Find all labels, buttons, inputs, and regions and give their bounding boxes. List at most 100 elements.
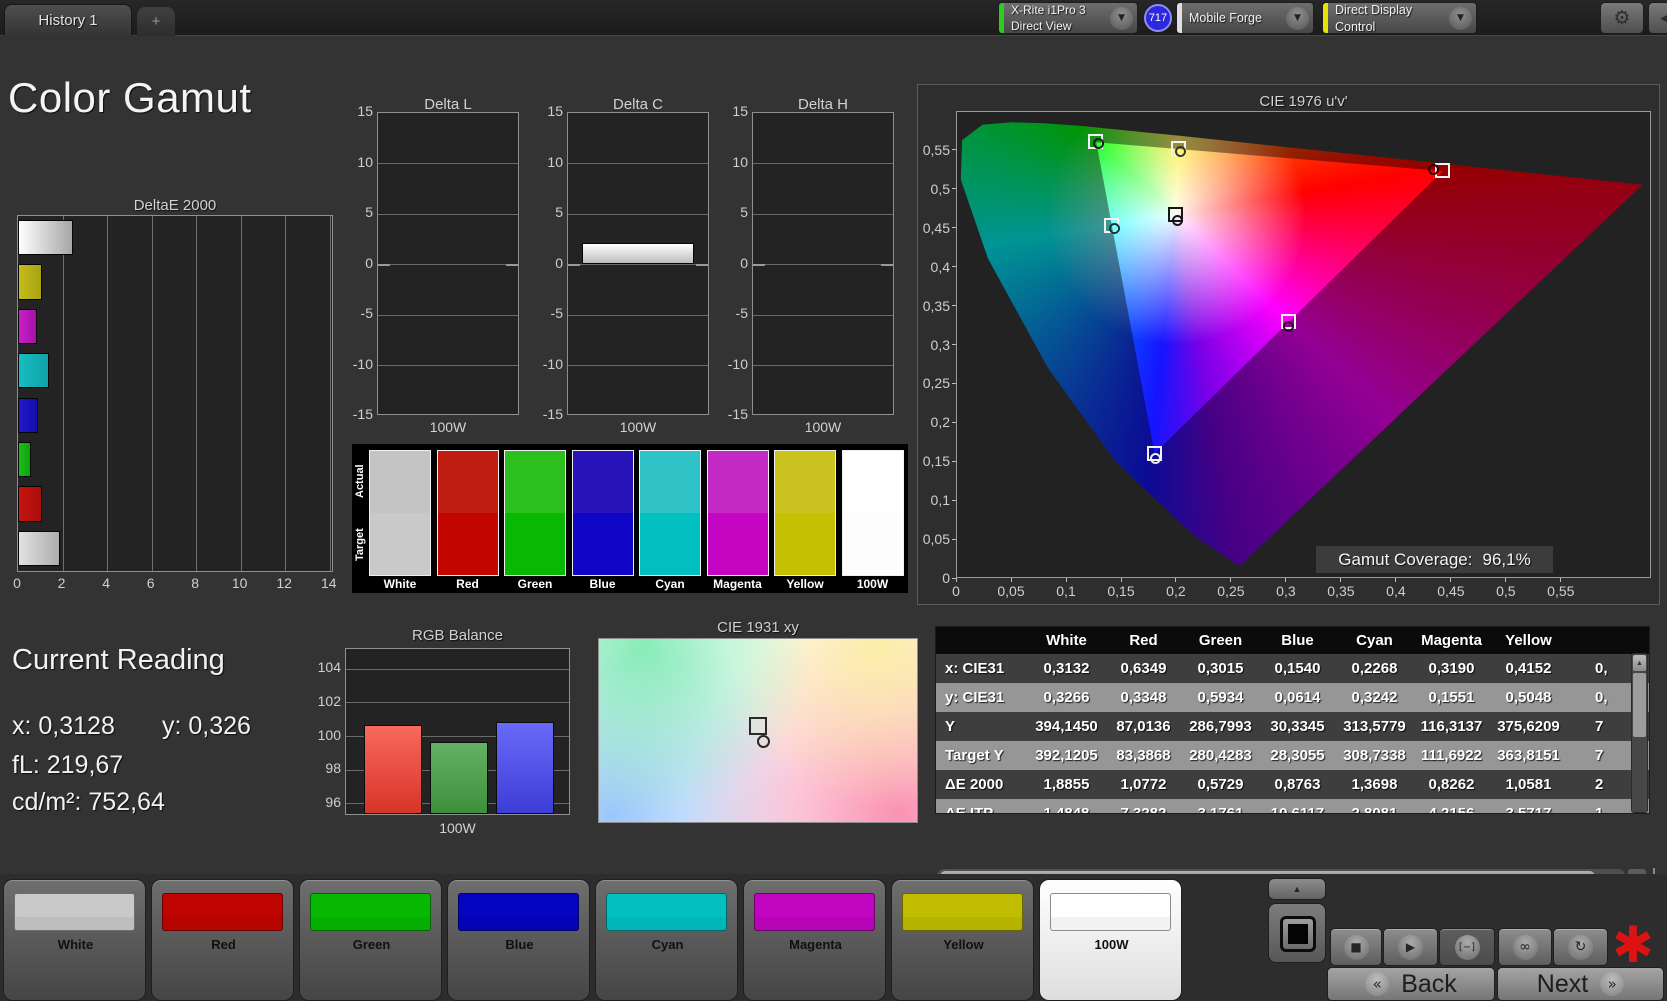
axis-tick-label: 14 — [321, 575, 337, 591]
table-vertical-scrollbar[interactable]: ▲ — [1631, 653, 1648, 813]
source-dropdown[interactable]: Mobile Forge ▼ — [1176, 2, 1314, 34]
axis-tick-label: 0,05 — [922, 531, 950, 548]
table-cell: 1,4848 — [1043, 805, 1090, 814]
cie-actual-marker-cyan — [1108, 223, 1120, 235]
settings-button[interactable]: ⚙ — [1600, 2, 1644, 34]
pattern-button-white[interactable]: White — [3, 879, 146, 1001]
range-mode-button[interactable]: [−] — [1439, 928, 1495, 966]
gridline — [329, 216, 331, 571]
deltae-bar-cyan — [18, 353, 49, 389]
cie1931-chart — [598, 638, 918, 823]
gridline — [568, 163, 708, 164]
cie1976-panel: CIE 1976 u'v' Gamut Coverage: 96,1% 0 0,0… — [917, 84, 1660, 605]
pattern-button-cyan[interactable]: Cyan — [595, 879, 738, 1001]
next-chevrons-icon: » — [1607, 975, 1617, 993]
deltae2000-title: DeltaE 2000 — [133, 197, 217, 214]
axis-tick — [1065, 578, 1067, 582]
swatch-target-cyan — [639, 513, 701, 576]
deltae-bar-yellow — [18, 264, 42, 300]
pattern-button-magenta[interactable]: Magenta — [743, 879, 886, 1001]
reading-x: x: 0,3128 — [12, 712, 115, 740]
table-cell: 313,5779 — [1343, 718, 1406, 735]
workflow-label: Direct Display Control — [1335, 3, 1413, 34]
plus-icon: + — [151, 13, 161, 30]
axis-tick — [952, 538, 956, 540]
rgb-bar-blue — [496, 722, 554, 814]
deltae-bar-white — [18, 530, 61, 566]
zero-tick — [506, 263, 518, 266]
axis-label: 100W — [429, 419, 467, 435]
table-cell: 87,0136 — [1116, 718, 1171, 735]
refresh-icon: ↻ — [1574, 939, 1587, 955]
pattern-swatch — [458, 893, 579, 931]
gridline — [378, 163, 518, 164]
stop-button[interactable]: ■ — [1330, 928, 1382, 966]
table-cell: 308,7338 — [1343, 747, 1406, 764]
axis-tick — [952, 227, 956, 229]
table-cell: 83,3868 — [1116, 747, 1171, 764]
deltae-bar-100w — [18, 220, 73, 256]
pattern-swatch — [902, 893, 1023, 931]
axis-tick-label: 6 — [146, 575, 155, 591]
scrollbar-thumb[interactable] — [1633, 673, 1646, 737]
scroll-up-icon[interactable]: ▲ — [1633, 655, 1646, 671]
gridline — [285, 216, 287, 571]
pattern-button-blue[interactable]: Blue — [447, 879, 590, 1001]
row-label: Target Y — [945, 747, 1004, 764]
axis-tick-label: 0,1 — [930, 492, 950, 509]
table-cell: 0,8262 — [1428, 776, 1475, 793]
pattern-window-button[interactable] — [1268, 903, 1326, 963]
continuous-read-button[interactable]: ∞ — [1498, 928, 1552, 966]
play-button[interactable]: ▶ — [1383, 928, 1438, 966]
table-cell: 286,7993 — [1189, 718, 1252, 735]
pattern-button-red[interactable]: Red — [151, 879, 294, 1001]
refresh-button[interactable]: ↻ — [1553, 928, 1608, 966]
axis-tick-label: 0 — [740, 254, 748, 271]
reading-y: y: 0,326 — [162, 712, 251, 740]
axis-tick-label: 0,55 — [1547, 583, 1575, 599]
axis-tick-label: 0,3 — [1276, 583, 1296, 599]
table-cell: 0,5048 — [1505, 689, 1552, 706]
collapse-panel-button[interactable]: ◀ — [1648, 2, 1667, 34]
tab-history-1[interactable]: History 1 — [4, 4, 132, 36]
column-header-yellow: Yellow — [1505, 632, 1552, 649]
pattern-button-green[interactable]: Green — [299, 879, 442, 1001]
axis-tick-label: 15 — [547, 103, 563, 119]
swatch-target-green — [504, 513, 566, 576]
table-cell: 0,5729 — [1197, 776, 1244, 793]
stop-icon: ■ — [1350, 940, 1362, 954]
axis-tick-label: 0 — [942, 570, 950, 586]
add-tab-button[interactable]: + — [137, 7, 175, 36]
axis-tick — [1505, 578, 1507, 582]
axis-tick-label: 8 — [191, 575, 200, 591]
pattern-button-yellow[interactable]: Yellow — [891, 879, 1034, 1001]
table-cell: 2,8081 — [1351, 805, 1398, 814]
infinity-icon: ∞ — [1519, 939, 1531, 955]
axis-tick-label: 0,25 — [1217, 583, 1245, 599]
deltae-bar-red — [18, 486, 43, 522]
zero-tick — [568, 263, 580, 266]
swatch-label: White — [383, 577, 417, 591]
cie1976-chart — [956, 111, 1651, 578]
axis-tick — [952, 305, 956, 307]
axis-tick — [952, 421, 956, 423]
gridline — [753, 264, 893, 265]
rgb-bar-green — [430, 742, 488, 814]
meter-dropdown[interactable]: X-Rite i1Pro 3 Direct View ▼ — [998, 2, 1138, 34]
pattern-label: Yellow — [943, 937, 984, 952]
gamut-coverage: Gamut Coverage: 96,1% — [1316, 546, 1553, 573]
axis-tick-label: -5 — [360, 305, 373, 321]
pattern-swatch — [310, 893, 431, 931]
workflow-dropdown[interactable]: Direct Display Control ▼ — [1322, 2, 1477, 34]
pattern-window-up-button[interactable]: ▲ — [1268, 878, 1326, 900]
column-header-magenta: Magenta — [1421, 632, 1482, 649]
pattern-swatch — [14, 893, 135, 931]
axis-tick — [952, 266, 956, 268]
back-button[interactable]: « Back — [1327, 967, 1495, 1001]
table-cell: 0,3132 — [1043, 660, 1090, 677]
axis-tick — [952, 577, 956, 579]
pattern-button-100w[interactable]: 100W — [1039, 879, 1182, 1001]
range-icon: [−] — [1458, 941, 1476, 953]
axis-label: 100W — [619, 419, 657, 435]
zero-tick — [881, 263, 893, 266]
